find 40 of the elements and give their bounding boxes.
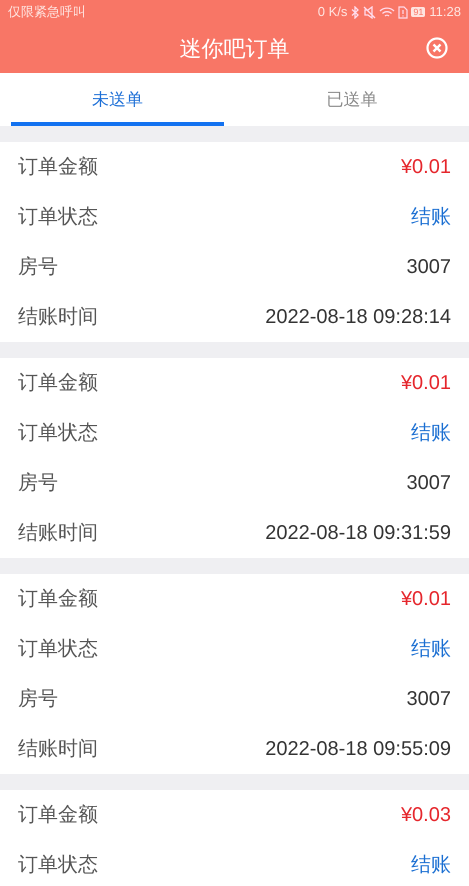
field-value: 3007 <box>406 255 451 280</box>
field-label: 结账时间 <box>18 521 98 546</box>
field-label: 订单金额 <box>18 803 98 828</box>
field-value: 结账 <box>411 853 451 878</box>
field-label: 订单金额 <box>18 371 98 396</box>
mute-icon <box>363 6 376 18</box>
field-label: 房号 <box>18 471 58 496</box>
field-label: 结账时间 <box>18 305 98 330</box>
sim-icon <box>398 6 408 18</box>
field-value: ¥0.03 <box>400 803 451 828</box>
field-value: 3007 <box>406 471 451 496</box>
field-value: ¥0.01 <box>400 587 451 612</box>
carrier-text: 仅限紧急呼叫 <box>8 3 86 22</box>
field-value: 2022-08-18 09:55:09 <box>265 737 451 762</box>
wifi-icon <box>379 6 396 18</box>
field-value: 结账 <box>411 421 451 446</box>
field-value: 2022-08-18 09:31:59 <box>265 521 451 546</box>
page-title: 迷你吧订单 <box>180 35 290 63</box>
field-label: 房号 <box>18 687 58 712</box>
close-icon[interactable] <box>426 37 448 59</box>
network-speed: 0 K/s <box>318 3 348 22</box>
tab[interactable]: 未送单 <box>11 73 224 126</box>
field-value: 2022-08-18 09:28:14 <box>265 305 451 330</box>
field-value: 结账 <box>411 637 451 662</box>
field-value: ¥0.01 <box>400 371 451 396</box>
field-label: 订单状态 <box>18 205 98 230</box>
bluetooth-icon <box>351 6 360 18</box>
field-label: 订单状态 <box>18 637 98 662</box>
field-label: 订单金额 <box>18 155 98 180</box>
field-value: ¥0.01 <box>400 155 451 180</box>
clock-time: 11:28 <box>429 3 461 22</box>
field-value: 3007 <box>406 687 451 712</box>
field-label: 订单状态 <box>18 421 98 446</box>
field-label: 订单状态 <box>18 853 98 878</box>
tab[interactable]: 已送单 <box>246 73 458 126</box>
field-label: 房号 <box>18 255 58 280</box>
battery-icon: 91 <box>411 7 426 17</box>
field-label: 结账时间 <box>18 737 98 762</box>
field-label: 订单金额 <box>18 587 98 612</box>
field-value: 结账 <box>411 205 451 230</box>
